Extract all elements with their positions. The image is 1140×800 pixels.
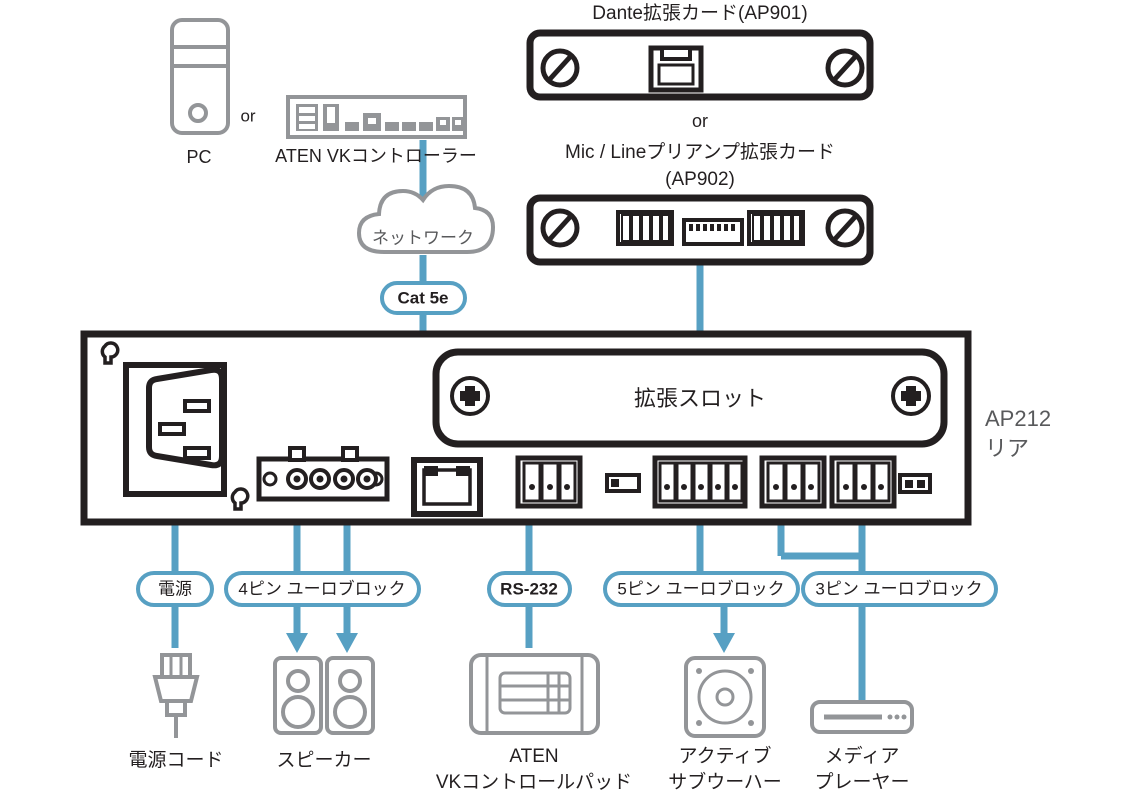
power-cord-label: 電源コード bbox=[128, 749, 223, 771]
power-cord-icon bbox=[152, 653, 200, 738]
cable-label-3pin: 3ピン ユーロブロック bbox=[801, 571, 998, 607]
ap212-device: 拡張スロット bbox=[80, 330, 972, 526]
cable-label-rs232: RS-232 bbox=[487, 571, 572, 607]
cord-body bbox=[152, 675, 200, 703]
dip-switch-small bbox=[605, 473, 641, 493]
control-pad-icon bbox=[469, 653, 600, 735]
subwoofer-label-line1: アクティブ bbox=[679, 744, 772, 767]
sub-cone-inner bbox=[715, 687, 735, 707]
ac-power-inlet bbox=[123, 362, 227, 497]
cat5e-badge: Cat 5e bbox=[380, 281, 467, 315]
cable-label-3pin-text: 3ピン ユーロブロック bbox=[815, 578, 982, 598]
or-label-pc: or bbox=[240, 106, 255, 125]
ir-port-small bbox=[898, 473, 932, 494]
speaker-left-woofer bbox=[281, 695, 315, 729]
control-pad-label-line1: ATEN bbox=[509, 746, 558, 767]
preamp-card-icon bbox=[526, 194, 874, 266]
cable-label-rs232-text: RS-232 bbox=[500, 579, 558, 598]
arrow-to-speaker-a bbox=[286, 633, 308, 653]
preamp-euroblock-right bbox=[747, 210, 805, 246]
media-player-label-line2: プレーヤー bbox=[814, 771, 909, 793]
sub-cone-outer bbox=[697, 669, 753, 725]
preamp-euroblock-left bbox=[616, 210, 674, 246]
cat5e-label: Cat 5e bbox=[397, 288, 448, 307]
pc-icon bbox=[170, 18, 230, 135]
arrow-to-subwoofer bbox=[713, 633, 735, 653]
eb4-mount-left bbox=[262, 471, 278, 487]
eb4-tab-a bbox=[288, 446, 306, 462]
cable-label-5pin: 5ピン ユーロブロック bbox=[603, 571, 800, 607]
vk-front-detail bbox=[296, 104, 464, 131]
cable-label-5pin-text: 5ピン ユーロブロック bbox=[617, 578, 784, 598]
ethernet-rj45-port bbox=[411, 457, 483, 517]
media-player-icon bbox=[810, 700, 914, 734]
euroblock-5pin bbox=[652, 455, 748, 509]
preamp-card-label-line2: (AP902) bbox=[665, 169, 735, 190]
euroblock-3pin-a bbox=[759, 455, 827, 509]
expansion-slot-label: 拡張スロット bbox=[634, 386, 766, 411]
rj45-notch-right bbox=[456, 466, 470, 476]
speaker-icon bbox=[273, 656, 375, 735]
or-label-cards: or bbox=[692, 111, 708, 131]
dante-rj45-tab bbox=[660, 46, 692, 61]
cord-neck bbox=[165, 699, 187, 717]
preamp-pin-header bbox=[682, 218, 744, 246]
vk-controller-label: ATEN VKコントローラー bbox=[275, 146, 477, 166]
subwoofer-icon bbox=[684, 656, 766, 738]
cable-label-power-text: 電源 bbox=[158, 579, 192, 598]
pc-chassis bbox=[170, 18, 230, 135]
cable-label-4pin: 4ピン ユーロブロック bbox=[224, 571, 421, 607]
dante-rj45-inner bbox=[657, 63, 695, 86]
ac-pin-top bbox=[183, 399, 211, 413]
speaker-left-tweeter bbox=[286, 669, 310, 693]
expansion-slot: 拡張スロット bbox=[432, 348, 948, 448]
vk-controller-icon bbox=[286, 95, 467, 139]
pad-body bbox=[469, 653, 600, 735]
dante-card-label: Dante拡張カード(AP901) bbox=[592, 2, 807, 24]
media-player-label-line1: メディア bbox=[825, 745, 900, 767]
device-name-line1: AP212 bbox=[985, 406, 1051, 431]
expansion-slot-screw-right bbox=[891, 376, 931, 416]
network-cloud-label: ネットワーク bbox=[372, 228, 474, 247]
subwoofer-label-line2: サブウーハー bbox=[668, 770, 782, 793]
rj45-notch-left bbox=[424, 466, 438, 476]
rs232-euroblock-3pin bbox=[515, 455, 583, 509]
control-pad-label-line2: VKコントロールパッド bbox=[436, 772, 632, 793]
cable-label-power: 電源 bbox=[136, 571, 214, 607]
device-name-line2: リア bbox=[985, 436, 1029, 461]
expansion-slot-screw-left bbox=[450, 376, 490, 416]
cable-label-4pin-text: 4ピン ユーロブロック bbox=[238, 578, 405, 598]
eb4-tab-b bbox=[341, 446, 359, 462]
connection-diagram: PC or ATEN VKコントローラー ネットワーク Cat 5e Dante… bbox=[80, 2, 1051, 793]
ac-pin-bot bbox=[183, 446, 211, 460]
euroblock-3pin-b bbox=[829, 455, 897, 509]
pc-power-button bbox=[188, 103, 208, 123]
diagram-canvas: PC or ATEN VKコントローラー ネットワーク Cat 5e Dante… bbox=[0, 0, 1140, 800]
preamp-card-label-line1: Mic / Lineプリアンプ拡張カード bbox=[565, 141, 835, 163]
arrow-to-speaker-b bbox=[336, 633, 358, 653]
ac-pin-mid bbox=[158, 422, 186, 436]
dante-card-icon bbox=[526, 29, 874, 101]
speaker-label: スピーカー bbox=[276, 750, 371, 771]
pc-label: PC bbox=[186, 147, 211, 167]
speaker-right-tweeter bbox=[338, 669, 362, 693]
cord-prongs bbox=[160, 653, 192, 679]
speaker-right-woofer bbox=[333, 695, 367, 729]
